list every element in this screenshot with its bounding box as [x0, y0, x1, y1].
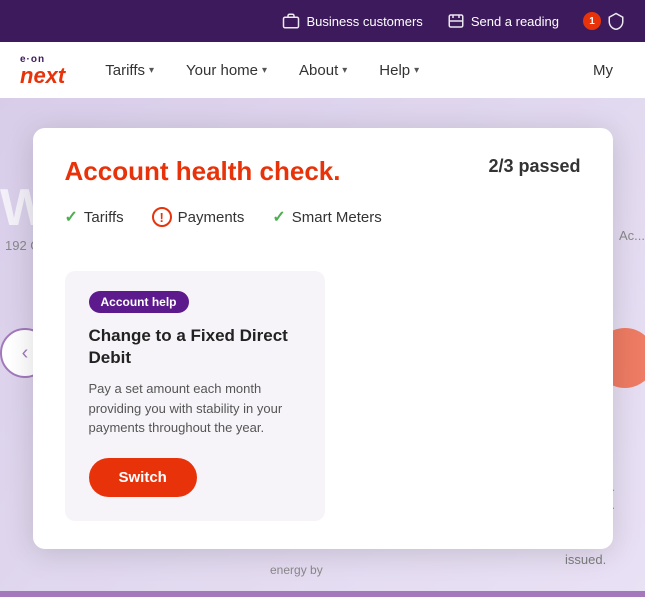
- tariffs-chevron-icon: ▾: [149, 65, 154, 76]
- check-payments: ! Payments: [152, 207, 245, 227]
- about-chevron-icon: ▾: [342, 65, 347, 76]
- nav-your-home[interactable]: Your home ▾: [174, 54, 279, 87]
- nav-help[interactable]: Help ▾: [367, 54, 431, 87]
- tariffs-pass-icon: ✓: [65, 207, 78, 227]
- check-payments-label: Payments: [178, 209, 245, 226]
- account-help-card: Account help Change to a Fixed Direct De…: [65, 271, 325, 521]
- card-title: Change to a Fixed Direct Debit: [89, 325, 301, 369]
- modal-title: Account health check.: [65, 156, 341, 187]
- card-badge: Account help: [89, 291, 189, 313]
- briefcase-icon: [282, 12, 300, 30]
- top-bar: Business customers Send a reading 1: [0, 0, 645, 42]
- check-tariffs: ✓ Tariffs: [65, 207, 124, 227]
- switch-button[interactable]: Switch: [89, 458, 197, 497]
- nav-tariffs[interactable]: Tariffs ▾: [93, 54, 166, 87]
- nav-about[interactable]: About ▾: [287, 54, 359, 87]
- logo[interactable]: e·on next: [20, 54, 65, 87]
- help-chevron-icon: ▾: [414, 65, 419, 76]
- check-tariffs-label: Tariffs: [84, 209, 124, 226]
- meter-icon: [447, 12, 465, 30]
- shield-icon: [607, 12, 625, 30]
- check-smart-meters-label: Smart Meters: [292, 209, 382, 226]
- card-description: Pay a set amount each month providing yo…: [89, 379, 301, 438]
- modal-score: 2/3 passed: [488, 156, 580, 177]
- health-check-modal: Account health check. 2/3 passed ✓ Tarif…: [33, 128, 613, 549]
- modal-overlay: Account health check. 2/3 passed ✓ Tarif…: [0, 98, 645, 597]
- notification-badge: 1: [583, 12, 601, 30]
- nav-bar: e·on next Tariffs ▾ Your home ▾ About ▾ …: [0, 42, 645, 98]
- smart-meters-pass-icon: ✓: [272, 207, 285, 227]
- modal-checks: ✓ Tariffs ! Payments ✓ Smart Meters: [65, 207, 581, 247]
- notifications-link[interactable]: 1: [583, 12, 625, 30]
- nav-my[interactable]: My: [581, 54, 625, 87]
- send-reading-link[interactable]: Send a reading: [447, 12, 559, 30]
- business-customers-link[interactable]: Business customers: [282, 12, 422, 30]
- check-smart-meters: ✓ Smart Meters: [272, 207, 381, 227]
- payments-warn-icon: !: [152, 207, 172, 227]
- your-home-chevron-icon: ▾: [262, 65, 267, 76]
- logo-next: next: [20, 65, 65, 87]
- modal-header: Account health check. 2/3 passed: [65, 156, 581, 187]
